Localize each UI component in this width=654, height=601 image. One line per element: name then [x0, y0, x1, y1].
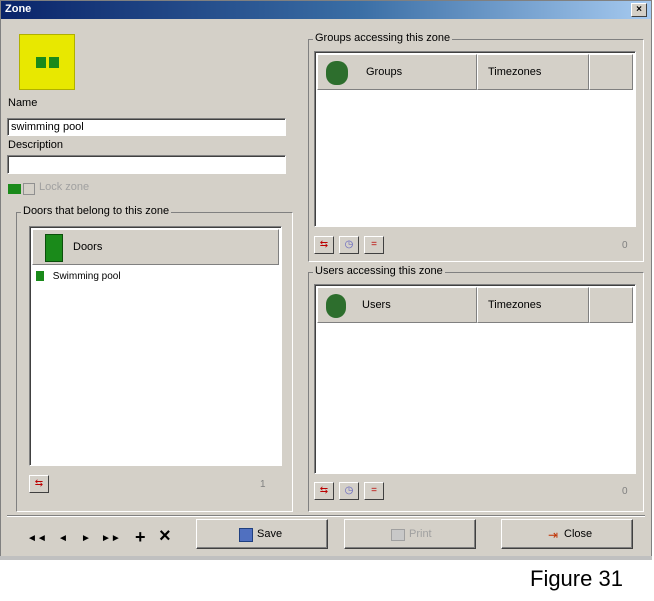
close-icon: ⇥ [548, 528, 559, 542]
groups-header-col1[interactable]: Groups [317, 54, 477, 90]
users-timezones-label: Timezones [488, 299, 542, 311]
zone-icon [19, 34, 75, 90]
first-record-button[interactable]: ◄◄ [27, 533, 47, 544]
window-title: Zone [5, 3, 32, 15]
zone-window: Zone × Name swimming pool Description Lo… [0, 0, 652, 557]
users-group-title: Users accessing this zone [313, 265, 445, 277]
title-bar: Zone × [1, 1, 651, 19]
user-icon [326, 294, 346, 318]
users-assign-button[interactable]: ⇆ [314, 482, 334, 500]
name-field[interactable]: swimming pool [7, 118, 286, 136]
lock-zone-label: Lock zone [39, 181, 90, 193]
users-header-label: Users [362, 299, 391, 311]
print-button[interactable]: Print [344, 519, 476, 549]
groups-group: Groups accessing this zone Groups Timezo… [308, 32, 644, 262]
users-count: 0 [622, 486, 628, 497]
users-timezone-button[interactable]: ◷ [339, 482, 359, 500]
doors-group: Doors that belong to this zone Doors Swi… [16, 205, 293, 512]
groups-assign-button[interactable]: ⇆ [314, 236, 334, 254]
close-button[interactable]: ⇥ Close [501, 519, 633, 549]
groups-count: 0 [622, 240, 628, 251]
groups-timezones-label: Timezones [488, 66, 542, 78]
users-remove-button[interactable]: = [364, 482, 384, 500]
save-label: Save [257, 528, 283, 540]
figure-caption: Figure 31 [530, 566, 623, 591]
last-record-button[interactable]: ►► [101, 533, 121, 544]
groups-group-title: Groups accessing this zone [313, 32, 453, 44]
close-label: Close [564, 528, 593, 540]
groups-timezone-button[interactable]: ◷ [339, 236, 359, 254]
window-close-button[interactable]: × [631, 3, 647, 17]
lock-zone-icon [8, 184, 21, 194]
door-item-label: Swimming pool [52, 271, 121, 282]
doors-assign-button[interactable]: ⇆ [29, 475, 49, 493]
groups-header-label: Groups [366, 66, 403, 78]
users-header-col2[interactable]: Timezones [477, 287, 589, 323]
groups-list[interactable]: Groups Timezones [314, 51, 636, 227]
users-header-col1[interactable]: Users [317, 287, 477, 323]
print-label: Print [409, 528, 432, 540]
add-record-button[interactable]: + [135, 527, 146, 548]
door-item-icon [36, 271, 44, 282]
users-group: Users accessing this zone Users Timezone… [308, 265, 644, 512]
doors-header[interactable]: Doors [32, 229, 279, 265]
doors-list[interactable]: Doors Swimming pool [29, 226, 282, 466]
description-label: Description [8, 139, 64, 151]
users-header-blank [589, 287, 633, 323]
users-list[interactable]: Users Timezones [314, 284, 636, 474]
delete-record-button[interactable]: × [159, 525, 171, 548]
door-icon [45, 234, 63, 262]
list-item[interactable]: Swimming pool [36, 271, 121, 285]
groups-remove-button[interactable]: = [364, 236, 384, 254]
print-icon [391, 529, 405, 541]
group-icon [326, 61, 348, 85]
groups-header-col2[interactable]: Timezones [477, 54, 589, 90]
previous-record-button[interactable]: ◄ [58, 533, 68, 544]
bottom-separator [7, 515, 645, 517]
name-label: Name [8, 97, 38, 109]
doors-group-title: Doors that belong to this zone [21, 205, 172, 217]
doors-count: 1 [260, 479, 266, 490]
save-icon [239, 528, 253, 542]
lock-zone-checkbox[interactable] [23, 183, 35, 195]
save-button[interactable]: Save [196, 519, 328, 549]
doors-header-label: Doors [73, 241, 103, 253]
next-record-button[interactable]: ► [81, 533, 91, 544]
window-bottom-strip [0, 556, 652, 560]
description-field[interactable] [7, 155, 286, 174]
groups-header-blank [589, 54, 633, 90]
